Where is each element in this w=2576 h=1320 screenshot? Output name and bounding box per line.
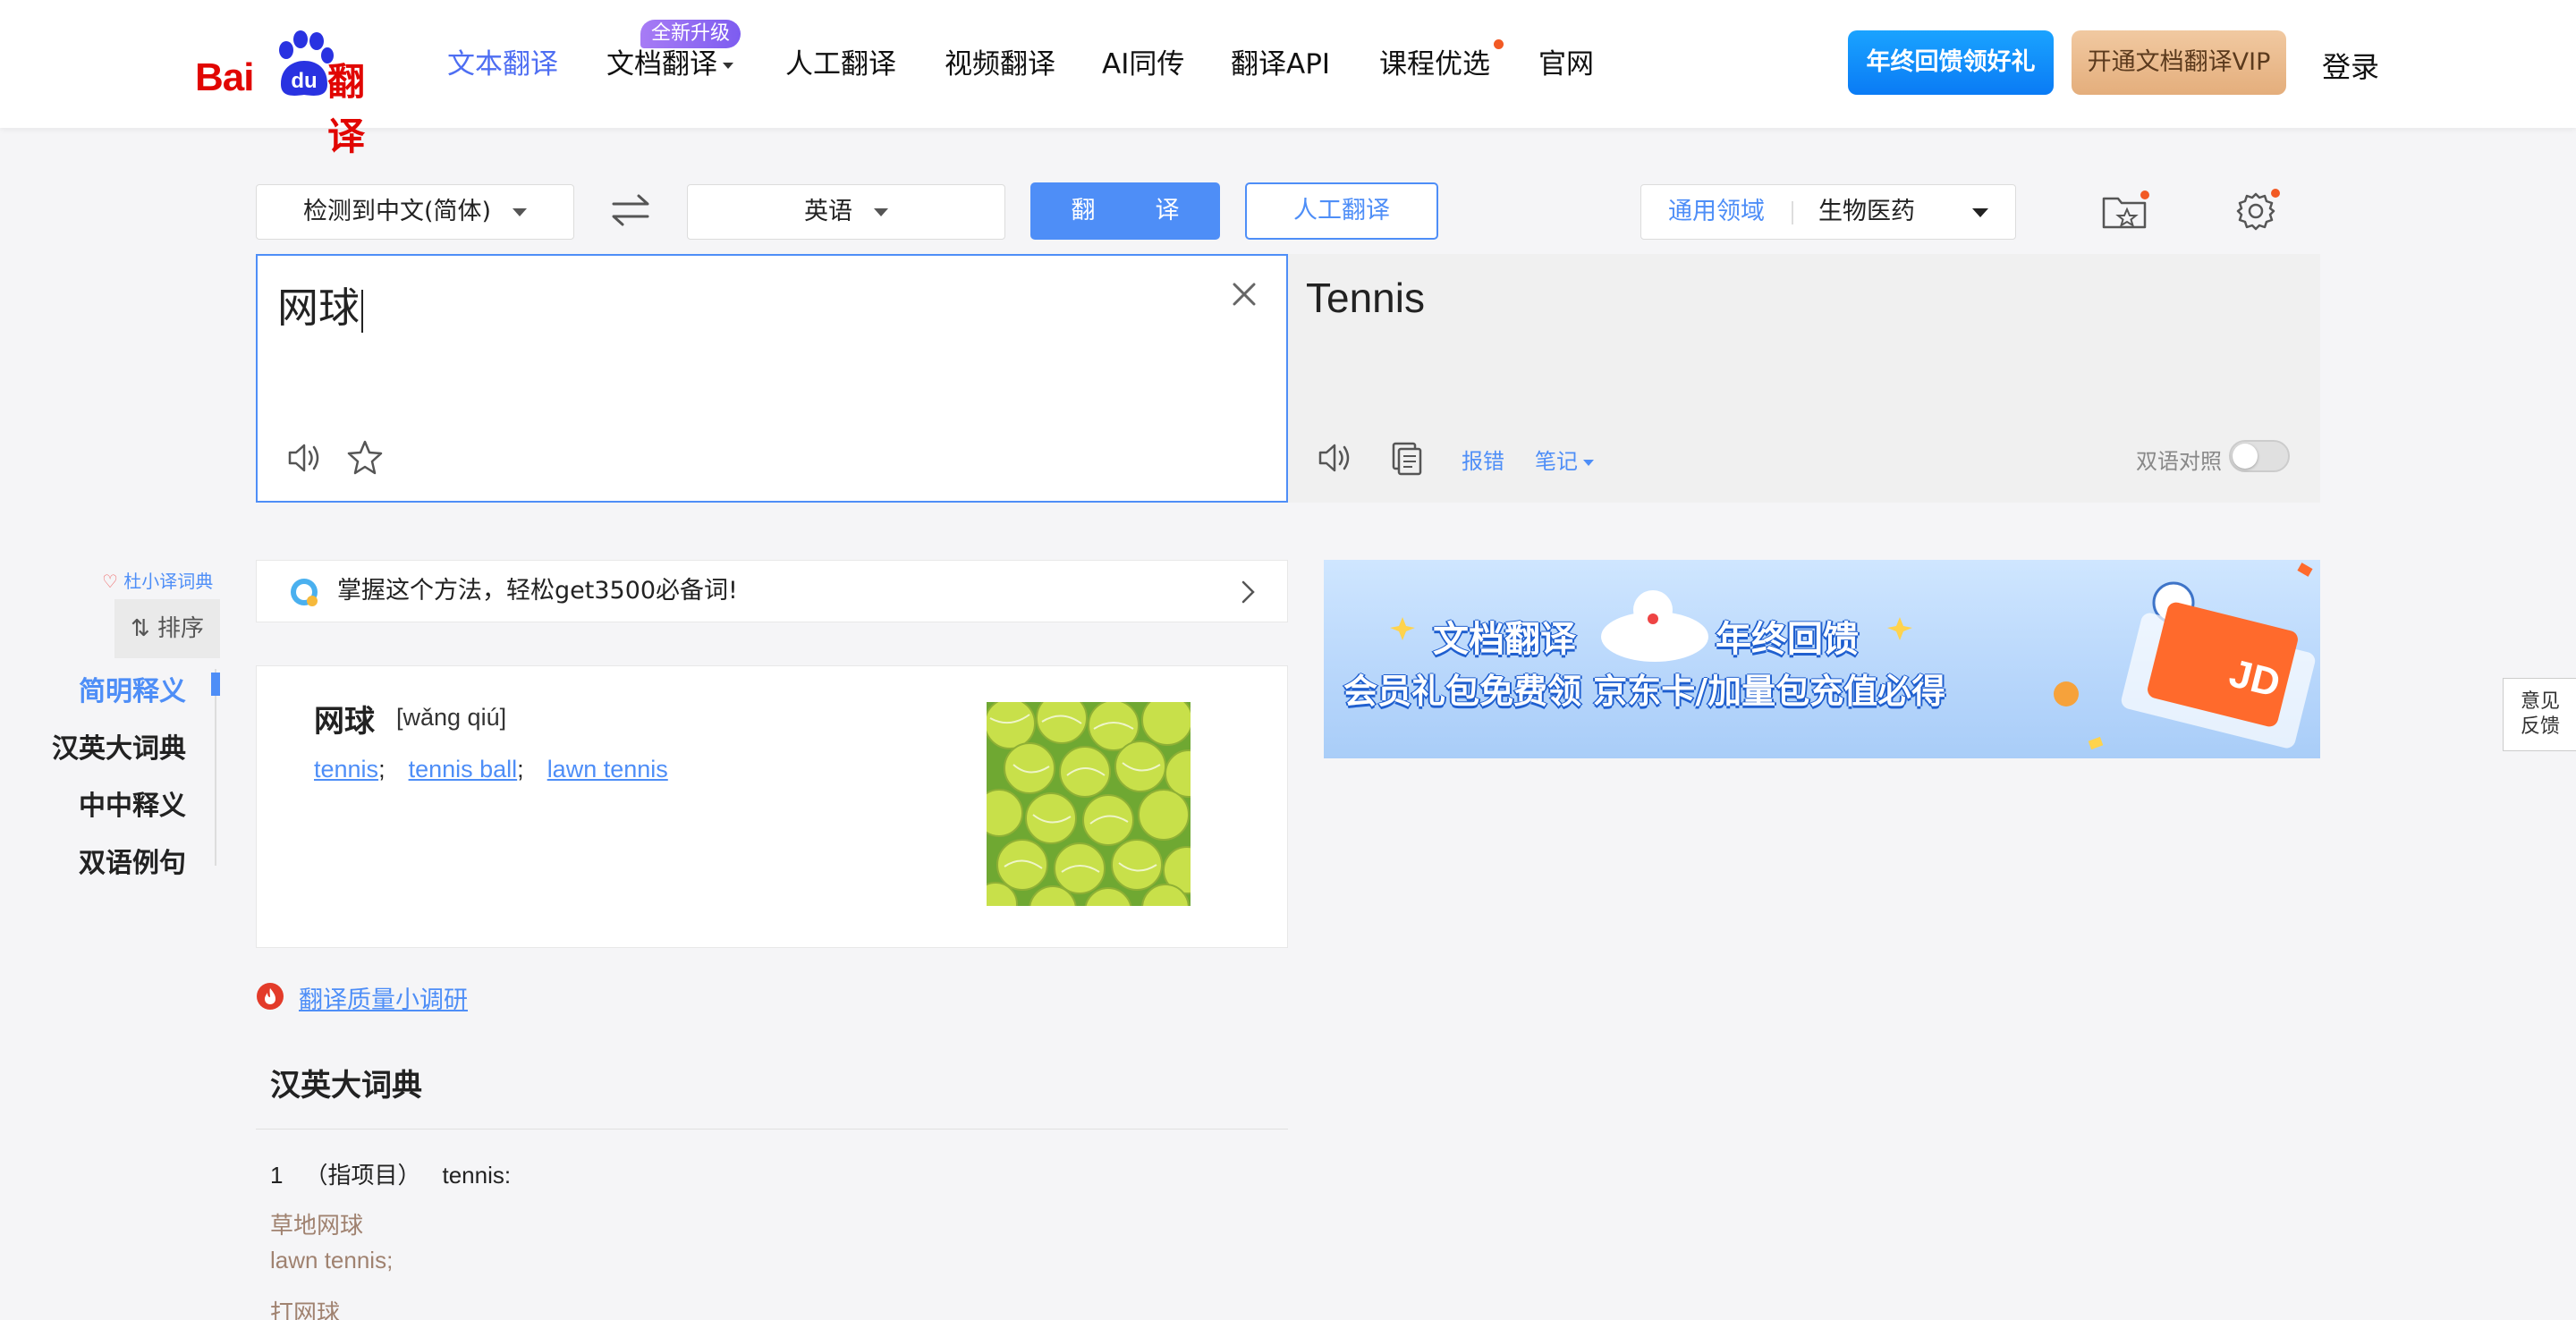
tennis-balls-image <box>987 702 1191 906</box>
domain-value-label: 生物医药 <box>1818 198 1915 225</box>
dict-definitions: tennis; tennis ball; lawn tennis <box>314 756 668 783</box>
brief-definition-card: 网球 [wǎng qiú] tennis; tennis ball; lawn te… <box>256 665 1288 948</box>
clear-text-icon[interactable] <box>1229 279 1259 309</box>
left-nav-active-marker <box>211 673 220 696</box>
chevron-down-icon <box>874 208 888 216</box>
hanying-dict-title: 汉英大词典 <box>270 1068 422 1104</box>
swap-languages-icon[interactable] <box>608 188 653 233</box>
chevron-down-icon <box>513 208 528 216</box>
source-text-input[interactable]: 网球 <box>277 275 363 334</box>
tip-text: 掌握这个方法，轻松get3500必备词! <box>337 577 738 605</box>
dict-pronunciation: [wǎng qiú] <box>396 704 507 731</box>
chevron-down-icon <box>1972 208 1988 217</box>
nav-courses[interactable]: 课程优选 <box>1379 45 1490 84</box>
dict-headword: 网球 <box>314 704 375 740</box>
toggle-knob <box>2233 444 2258 469</box>
feedback-line2: 反馈 <box>2520 715 2560 738</box>
text-cursor <box>361 289 363 333</box>
logo-bai-text: Bai <box>195 55 254 99</box>
bilingual-label: 双语对照 <box>2136 449 2222 474</box>
survey-row: 翻译质量小调研 <box>256 980 468 1015</box>
nav-doc-translate-label: 文档翻译 <box>606 48 717 80</box>
left-nav-item-zhongzhong[interactable]: 中中释义 <box>79 783 186 823</box>
source-language-select[interactable]: 检测到中文(简体) <box>256 184 574 240</box>
bilingual-toggle[interactable] <box>2229 440 2290 472</box>
dict-brand-icon: ♡ <box>102 571 124 592</box>
def-separator: ; <box>378 756 386 783</box>
chevron-down-icon <box>723 63 733 69</box>
year-end-gift-button[interactable]: 年终回馈领好礼 <box>1848 30 2054 95</box>
nav-text-translate[interactable]: 文本翻译 <box>447 45 558 84</box>
translation-output-panel: Tennis 报错 笔记 双语对照 <box>1288 254 2320 503</box>
domain-separator <box>1792 201 1793 224</box>
section-divider <box>256 1129 1288 1130</box>
entry-tag: （指项目） <box>304 1162 421 1189</box>
notification-dot <box>1494 39 1504 49</box>
chevron-down-icon <box>1583 459 1594 466</box>
chevron-right-icon <box>1241 580 1255 604</box>
tip-bar[interactable]: 掌握这个方法，轻松get3500必备词! <box>256 560 1288 622</box>
dict-brand-label: 杜小译词典 <box>123 571 214 592</box>
sort-label: 排序 <box>157 615 205 642</box>
top-header: Bai du 翻译 文本翻译 全新升级 文档翻译 人工翻译 视频翻译 AI同传 … <box>0 0 2576 158</box>
nav-doc-translate[interactable]: 文档翻译 <box>606 45 733 84</box>
favorites-folder-icon[interactable] <box>2100 186 2150 236</box>
source-text-value: 网球 <box>277 283 360 332</box>
translate-button[interactable]: 翻 译 <box>1030 182 1220 240</box>
copy-icon[interactable] <box>1386 438 1426 478</box>
settings-gear-icon[interactable] <box>2233 186 2283 236</box>
notes-dropdown[interactable]: 笔记 <box>1535 444 1594 475</box>
logo-fanyi-text: 翻译 <box>327 60 366 158</box>
def-link[interactable]: tennis <box>314 756 378 783</box>
promo-banner[interactable]: JD 文档翻译 年终回馈 会员礼包免费领 京东卡/加量包充值必得 <box>1324 560 2320 758</box>
def-separator: ; <box>517 756 524 783</box>
example-cn: 草地网球 <box>270 1213 364 1240</box>
target-language-label: 英语 <box>804 198 852 225</box>
left-nav-item-examples[interactable]: 双语例句 <box>79 841 186 880</box>
nav-video-translate[interactable]: 视频翻译 <box>945 45 1055 84</box>
nav-ai-interpret[interactable]: AI同传 <box>1102 45 1184 84</box>
feedback-line1: 意见 <box>2520 690 2560 713</box>
dict-entry: 1 （指项目） tennis: <box>270 1157 532 1190</box>
example-cn: 打网球 <box>270 1300 341 1320</box>
report-error-link[interactable]: 报错 <box>1462 444 1504 475</box>
left-nav-item-brief[interactable]: 简明释义 <box>79 669 186 708</box>
source-language-label: 检测到中文(简体) <box>302 198 492 225</box>
left-nav-track <box>215 669 216 866</box>
nav-translate-api[interactable]: 翻译API <box>1231 45 1330 84</box>
def-link[interactable]: tennis ball <box>409 756 518 783</box>
example-en: lawn tennis; <box>270 1247 394 1273</box>
baidu-fanyi-logo[interactable]: Bai du 翻译 <box>195 30 401 158</box>
notes-label: 笔记 <box>1535 449 1578 474</box>
fire-icon <box>257 983 284 1010</box>
dict-brand-link[interactable]: ♡ 杜小译词典 <box>102 567 213 593</box>
speaker-icon[interactable] <box>1315 438 1354 478</box>
sort-button[interactable]: ⇅ 排序 <box>114 599 220 658</box>
speaker-icon[interactable] <box>284 438 324 478</box>
banner-subtitle: 会员礼包免费领 京东卡/加量包充值必得 <box>1343 672 1946 711</box>
domain-general-label[interactable]: 通用领域 <box>1668 185 1765 239</box>
nav-official-site[interactable]: 官网 <box>1538 45 1594 84</box>
survey-link[interactable]: 翻译质量小调研 <box>299 986 468 1014</box>
left-nav-item-hanying[interactable]: 汉英大词典 <box>52 726 186 766</box>
banner-title-right: 年终回馈 <box>1716 619 1859 660</box>
feedback-button[interactable]: 意见 反馈 <box>2503 678 2576 751</box>
entry-number: 1 <box>270 1162 284 1189</box>
source-input-panel[interactable]: 网球 <box>256 254 1288 503</box>
open-vip-button[interactable]: 开通文档翻译VIP <box>2072 30 2286 95</box>
sort-icon: ⇅ <box>130 615 158 642</box>
domain-select[interactable]: 通用领域 生物医药 <box>1640 184 2016 240</box>
logo-du-text: du <box>291 69 317 93</box>
human-translate-button[interactable]: 人工翻译 <box>1245 182 1438 240</box>
vocab-icon <box>291 579 318 606</box>
def-link[interactable]: lawn tennis <box>547 756 668 783</box>
entry-definition: tennis: <box>442 1162 512 1189</box>
translation-text: Tennis <box>1306 275 1425 321</box>
banner-title-left: 文档翻译 <box>1433 619 1576 660</box>
login-link[interactable]: 登录 <box>2322 45 2379 86</box>
nav-human-translate[interactable]: 人工翻译 <box>785 45 896 84</box>
star-icon[interactable] <box>345 438 385 478</box>
target-language-select[interactable]: 英语 <box>687 184 1005 240</box>
